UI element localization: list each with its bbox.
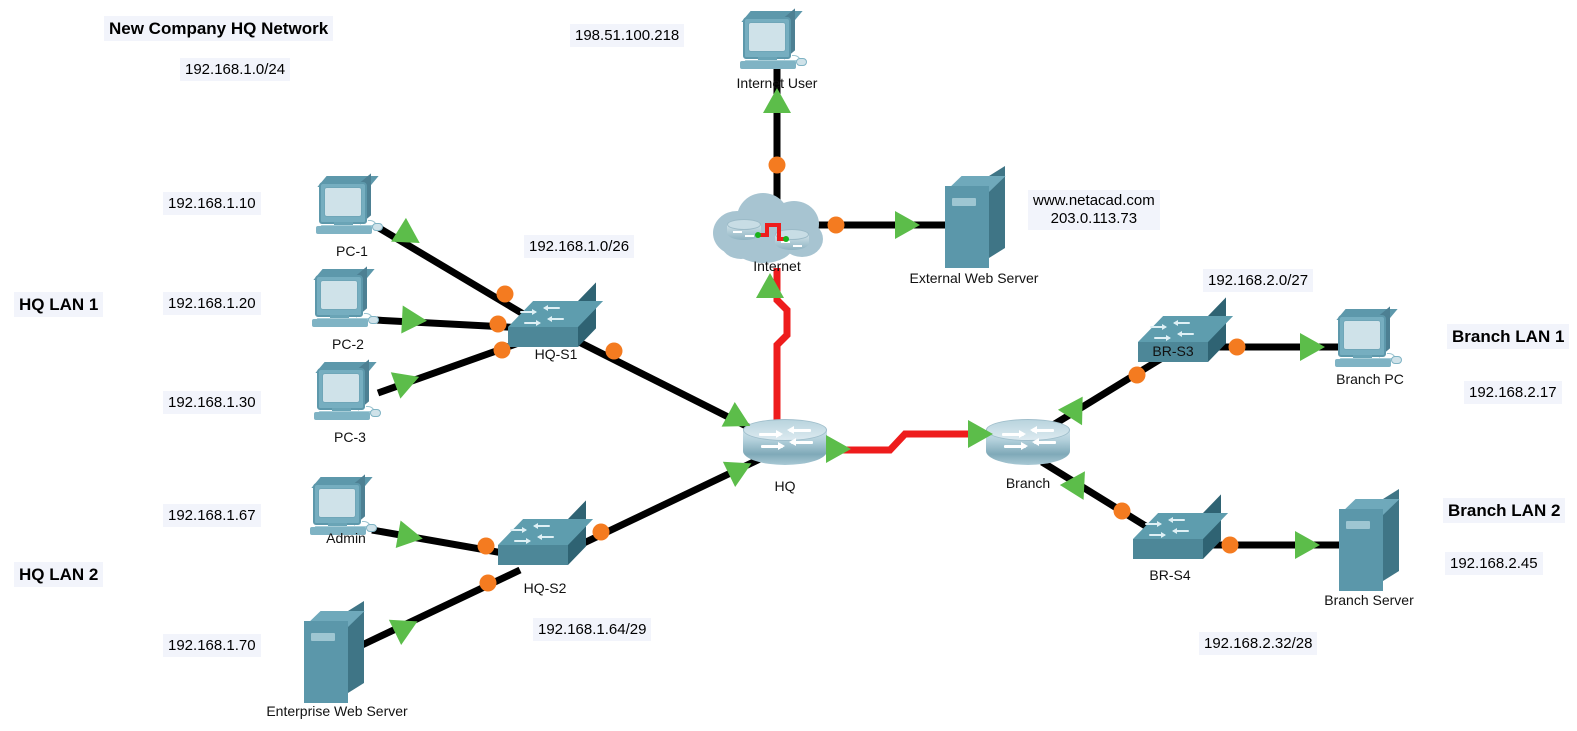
device-label-external-web-server: External Web Server bbox=[909, 270, 1039, 286]
host-ip-pc2: 192.168.1.20 bbox=[163, 292, 261, 315]
link-hq-branch-serial bbox=[820, 430, 978, 454]
device-label-branch-router: Branch bbox=[1005, 475, 1051, 491]
device-external-web-server[interactable] bbox=[945, 166, 1007, 268]
link-status-dot-admin-hqs2 bbox=[477, 537, 495, 555]
network-label-br-lan2: 192.168.2.32/28 bbox=[1199, 632, 1318, 655]
device-br-s4[interactable] bbox=[1133, 494, 1229, 565]
device-label-pc-1: PC-1 bbox=[336, 243, 368, 259]
host-ip-internet-user: 198.51.100.218 bbox=[570, 24, 685, 47]
device-label-internet-user: Internet User bbox=[736, 75, 818, 91]
device-label-internet: Internet bbox=[753, 258, 801, 274]
host-ip-pc1: 192.168.1.10 bbox=[163, 192, 261, 215]
pc-icon bbox=[314, 173, 390, 238]
device-label-pc-3: PC-3 bbox=[334, 429, 366, 445]
device-enterprise-web-server[interactable] bbox=[304, 601, 366, 703]
network-label-hq-lan1: 192.168.1.0/26 bbox=[524, 235, 635, 258]
network-label-hq-lan2: 192.168.1.64/29 bbox=[533, 618, 652, 641]
external-web-server-ip: 203.0.113.73 bbox=[1050, 210, 1138, 227]
pc-icon bbox=[738, 8, 814, 73]
link-status-dot-brs4-branchserver bbox=[1221, 536, 1239, 554]
device-label-pc-2: PC-2 bbox=[332, 336, 364, 352]
link-hq-cloud-serial bbox=[773, 268, 791, 420]
device-label-branch-pc: Branch PC bbox=[1336, 371, 1404, 387]
switch-icon bbox=[498, 500, 594, 571]
host-ip-admin: 192.168.1.67 bbox=[163, 504, 261, 527]
router-icon bbox=[743, 419, 827, 475]
host-ip-pc3: 192.168.1.30 bbox=[163, 391, 261, 414]
link-status-dot-branch-brs3 bbox=[1128, 366, 1146, 384]
zone-label-hq-lan-1: HQ LAN 1 bbox=[14, 292, 104, 317]
server-icon bbox=[945, 166, 1007, 268]
device-pc-1[interactable] bbox=[314, 173, 390, 238]
device-hq-router[interactable] bbox=[743, 419, 827, 475]
external-web-server-domain: www.netacad.com bbox=[1033, 192, 1155, 209]
host-ip-branch-pc: 192.168.2.17 bbox=[1464, 381, 1562, 404]
network-label-hq-supernet: 192.168.1.0/24 bbox=[180, 58, 291, 81]
server-icon bbox=[1339, 489, 1401, 591]
link-status-dot-hqs2-hq bbox=[592, 523, 610, 541]
device-label-enterprise-web-server: Enterprise Web Server bbox=[266, 703, 408, 719]
link-status-dot-pc2-hqs1 bbox=[489, 315, 507, 333]
link-status-dot-cloud-extserver bbox=[827, 216, 845, 234]
device-label-hq-s2: HQ-S2 bbox=[523, 580, 567, 596]
link-hqs1-hq bbox=[575, 337, 768, 440]
host-ip-enterprise-web-server: 192.168.1.70 bbox=[163, 634, 261, 657]
device-pc-3[interactable] bbox=[312, 359, 388, 424]
device-hq-s2[interactable] bbox=[498, 500, 594, 571]
link-status-dot-brs3-branchpc bbox=[1228, 338, 1246, 356]
cloud-internal-serial-link bbox=[755, 223, 789, 242]
device-pc-2[interactable] bbox=[310, 266, 386, 331]
device-label-hq-router: HQ bbox=[774, 478, 796, 494]
zone-label-branch-lan-1: Branch LAN 1 bbox=[1447, 324, 1570, 349]
external-web-server-label: www.netacad.com 203.0.113.73 bbox=[1028, 190, 1160, 230]
switch-icon bbox=[1133, 494, 1229, 565]
link-status-dot-pc3-hqs1 bbox=[493, 341, 511, 359]
link-status-dot-ews-hqs2 bbox=[479, 574, 497, 592]
device-branch-pc[interactable] bbox=[1333, 306, 1409, 371]
link-status-dot-branch-brs4 bbox=[1113, 502, 1131, 520]
pc-icon bbox=[312, 359, 388, 424]
link-status-dot-pc1-hqs1 bbox=[496, 285, 514, 303]
host-ip-branch-server: 192.168.2.45 bbox=[1445, 552, 1543, 575]
zone-label-branch-lan-2: Branch LAN 2 bbox=[1443, 498, 1566, 523]
device-branch-router[interactable] bbox=[986, 419, 1070, 475]
zone-label-hq-lan-2: HQ LAN 2 bbox=[14, 562, 104, 587]
device-br-s3[interactable] bbox=[1138, 297, 1234, 368]
device-label-br-s3: BR-S3 bbox=[1152, 343, 1194, 359]
network-topology-canvas: New Company HQ Network HQ LAN 1 HQ LAN 2… bbox=[0, 0, 1577, 731]
device-internet-user[interactable] bbox=[738, 8, 814, 73]
server-icon bbox=[304, 601, 366, 703]
device-label-hq-s1: HQ-S1 bbox=[534, 346, 578, 362]
link-status-dot-hqs1-hq bbox=[605, 342, 623, 360]
diagram-title: New Company HQ Network bbox=[104, 16, 334, 41]
device-label-admin: Admin bbox=[326, 530, 366, 546]
device-label-br-s4: BR-S4 bbox=[1149, 567, 1191, 583]
device-label-branch-server: Branch Server bbox=[1324, 592, 1414, 608]
device-branch-server[interactable] bbox=[1339, 489, 1401, 591]
link-status-dot-internetuser bbox=[768, 156, 786, 174]
pc-icon bbox=[1333, 306, 1409, 371]
pc-icon bbox=[310, 266, 386, 331]
router-icon bbox=[986, 419, 1070, 475]
switch-icon bbox=[1138, 297, 1234, 368]
network-label-br-lan1: 192.168.2.0/27 bbox=[1203, 269, 1314, 292]
